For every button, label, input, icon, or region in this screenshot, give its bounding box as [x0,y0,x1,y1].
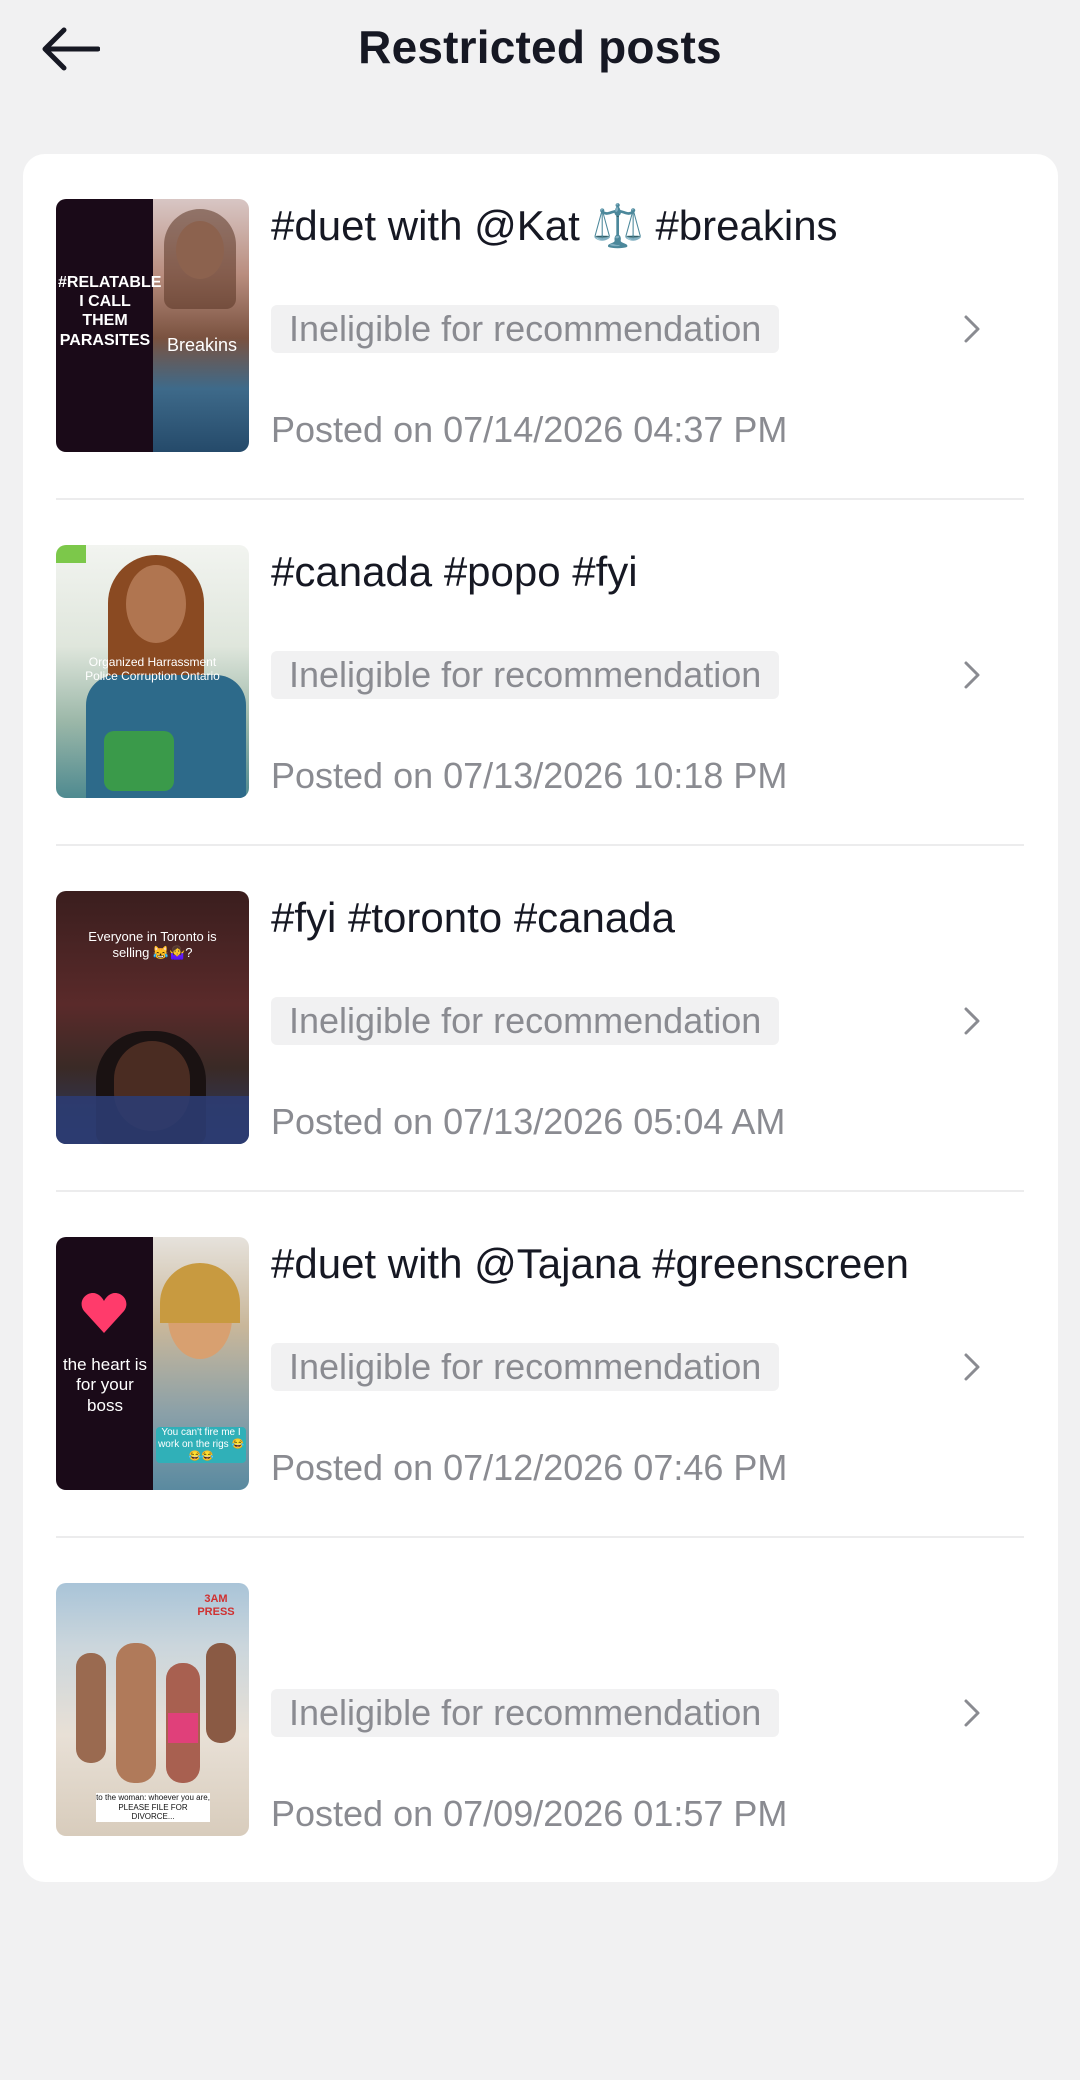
status-badge: Ineligible for recommendation [271,1689,780,1737]
top-bar: Restricted posts [0,0,1080,110]
thumbnail-text: Breakins [166,335,238,355]
post-date: Posted on 07/12/2026 07:46 PM [271,1447,788,1488]
heart-icon [81,1293,127,1333]
page-title: Restricted posts [358,21,722,73]
thumbnail-text: #RELATABLE I CALL THEM PARASITES [58,274,162,349]
post-thumbnail: 3AM PRESS to the woman: whoever you are,… [56,1583,249,1836]
post-date: Posted on 07/14/2026 04:37 PM [271,409,788,450]
status-badge: Ineligible for recommendation [271,997,780,1045]
post-date: Posted on 07/13/2026 05:04 AM [271,1101,786,1142]
post-caption: #fyi #toronto #canada [271,894,675,941]
thumbnail-text: You can't fire me I work on the rigs 😂😂😂 [156,1427,246,1463]
status-badge: Ineligible for recommendation [271,651,780,699]
thumbnail-text: the heart is for your boss [62,1355,148,1415]
post-date: Posted on 07/09/2026 01:57 PM [271,1793,788,1834]
thumbnail-text: Everyone in Toronto is selling 😹🤷‍♀️? [88,929,217,960]
thumbnail-text: to the woman: whoever you are, PLEASE FI… [96,1793,210,1822]
post-thumbnail: Organized Harrassment Police Corruption … [56,545,249,798]
post-row[interactable]: #RELATABLE I CALL THEM PARASITES Breakin… [56,154,1048,500]
post-date: Posted on 07/13/2026 10:18 PM [271,755,788,796]
post-row[interactable]: 3AM PRESS to the woman: whoever you are,… [56,1538,1048,1884]
post-caption: #duet with @Tajana #greenscreen [271,1240,910,1287]
status-badge: Ineligible for recommendation [271,1343,780,1391]
post-row[interactable]: Everyone in Toronto is selling 😹🤷‍♀️? #f… [56,846,1048,1192]
post-row[interactable]: Organized Harrassment Police Corruption … [56,500,1048,846]
status-badge: Ineligible for recommendation [271,305,780,353]
post-row[interactable]: the heart is for your boss You can't fir… [56,1192,1048,1538]
post-caption: #duet with @Kat ⚖️ #breakins [271,202,838,249]
chevron-right-icon [964,1699,980,1727]
restricted-posts-list: #RELATABLE I CALL THEM PARASITES Breakin… [23,154,1058,1882]
chevron-right-icon [964,661,980,689]
post-caption: #canada #popo #fyi [271,548,638,595]
post-thumbnail: the heart is for your boss You can't fir… [56,1237,249,1490]
chevron-right-icon [964,1007,980,1035]
post-thumbnail: Everyone in Toronto is selling 😹🤷‍♀️? [56,891,249,1144]
chevron-right-icon [964,1353,980,1381]
thumbnail-text: 3AM PRESS [197,1593,235,1619]
thumbnail-text: Organized Harrassment Police Corruption … [85,655,220,684]
post-thumbnail: #RELATABLE I CALL THEM PARASITES Breakin… [56,199,249,452]
chevron-right-icon [964,315,980,343]
